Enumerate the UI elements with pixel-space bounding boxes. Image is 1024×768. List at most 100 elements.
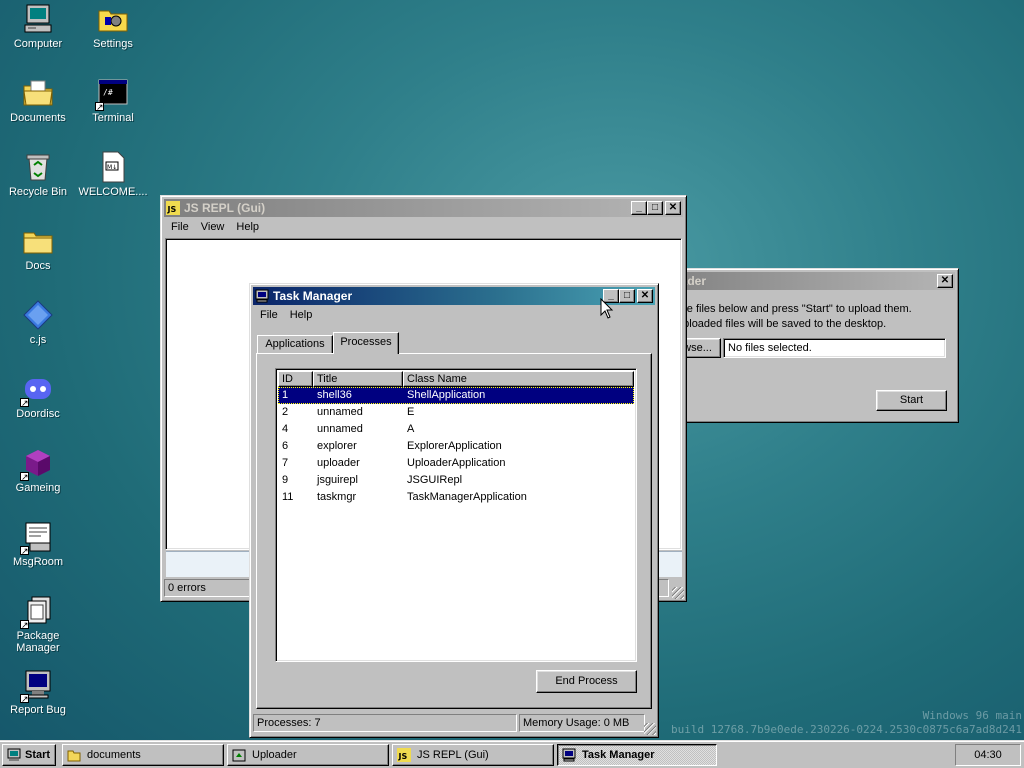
desktop-icon-package-manager[interactable]: Package Manager: [1, 595, 75, 654]
desktop-icon-label: Report Bug: [10, 704, 66, 716]
uploader-icon: [232, 748, 246, 762]
desktop-icon-doordisc[interactable]: Doordisc: [1, 373, 75, 420]
column-header-id[interactable]: ID: [278, 371, 313, 387]
desktop-icon-settings[interactable]: Settings: [76, 3, 150, 50]
repl-menubar: File View Help: [161, 217, 686, 237]
taskbar-item-js-repl[interactable]: JS JS REPL (Gui): [392, 744, 554, 766]
computer-icon: [22, 3, 54, 35]
table-row[interactable]: 9 jsguirepl JSGUIRepl: [278, 472, 634, 489]
start-logo-icon: [7, 748, 21, 762]
taskbar-clock[interactable]: 04:30: [955, 744, 1021, 766]
desktop-icon-terminal[interactable]: /# Terminal: [76, 77, 150, 124]
desktop-icon-msgroom[interactable]: MsgRoom: [1, 521, 75, 568]
menu-help[interactable]: Help: [284, 309, 319, 321]
taskbar-item-uploader[interactable]: Uploader: [227, 744, 389, 766]
package-icon: [20, 595, 54, 630]
taskmgr-titlebar[interactable]: Task Manager _ □ ✕: [253, 287, 655, 305]
desktop-icon-label: Docs: [25, 260, 51, 272]
desktop-icon-computer[interactable]: Computer: [1, 3, 75, 50]
cube-icon: [20, 447, 54, 482]
desktop-icon-label: Computer: [13, 38, 63, 50]
svg-text:JS: JS: [167, 205, 177, 214]
uploader-instructions-2: The uploaded files will be saved to the …: [655, 318, 887, 330]
process-list[interactable]: ID Title Class Name 1 shell36 ShellAppli…: [275, 368, 637, 662]
desktop-icon-label: Doordisc: [16, 408, 60, 420]
documents-folder-icon: [22, 77, 54, 109]
tab-processes[interactable]: Processes: [333, 332, 399, 354]
desktop-icon-label: Settings: [93, 38, 133, 50]
task-manager-icon: [255, 289, 269, 303]
javascript-icon: JS: [166, 201, 180, 215]
svg-text:M↓: M↓: [107, 164, 117, 171]
settings-folder-icon: [97, 3, 129, 35]
uploader-titlebar[interactable]: Uploader ✕: [652, 272, 955, 290]
menu-help[interactable]: Help: [230, 221, 265, 233]
desktop-icon-label: Recycle Bin: [8, 186, 68, 198]
menu-file[interactable]: File: [165, 221, 195, 233]
taskbar-item-documents[interactable]: documents: [62, 744, 224, 766]
start-button[interactable]: Start: [2, 744, 56, 766]
maximize-button[interactable]: □: [619, 289, 635, 303]
process-count-status: Processes: 7: [253, 714, 517, 732]
desktop-icon-welcome[interactable]: M↓ WELCOME....: [76, 151, 150, 198]
desktop-icon-label: WELCOME....: [78, 186, 148, 198]
message-room-icon: [20, 521, 54, 556]
close-button[interactable]: ✕: [637, 289, 653, 303]
maximize-button[interactable]: □: [647, 201, 663, 215]
monitor-icon: [20, 669, 54, 704]
folder-icon: [22, 225, 54, 257]
document-icon: M↓: [97, 151, 129, 183]
close-button[interactable]: ✕: [937, 274, 953, 288]
menu-file[interactable]: File: [254, 309, 284, 321]
recycle-bin-icon: [22, 151, 54, 183]
table-row[interactable]: 4 unnamed A: [278, 421, 634, 438]
desktop-icon-label: Gameing: [15, 482, 61, 494]
svg-text:JS: JS: [398, 752, 408, 761]
table-row[interactable]: 7 uploader UploaderApplication: [278, 455, 634, 472]
menu-view[interactable]: View: [195, 221, 231, 233]
diamond-script-icon: [22, 299, 54, 331]
desktop-icon-report-bug[interactable]: Report Bug: [1, 669, 75, 716]
process-list-header: ID Title Class Name: [278, 371, 634, 387]
desktop-icon-label: Package Manager: [16, 630, 60, 654]
table-row[interactable]: 2 unnamed E: [278, 404, 634, 421]
desktop-icon-label: Terminal: [92, 112, 134, 124]
window-title: Uploader: [654, 274, 937, 288]
terminal-icon: /#: [95, 77, 129, 112]
memory-usage-status: Memory Usage: 0 MB: [519, 714, 645, 732]
table-row[interactable]: 11 taskmgr TaskManagerApplication: [278, 489, 634, 506]
table-row[interactable]: 1 shell36 ShellApplication: [278, 387, 634, 404]
close-button[interactable]: ✕: [665, 201, 681, 215]
uploader-instructions-1: Choose files below and press "Start" to …: [655, 303, 912, 315]
svg-text:/#: /#: [103, 88, 113, 97]
build-watermark: Windows 96 main build 12768.7b9e0ede.230…: [671, 709, 1022, 736]
desktop-icon-cjs[interactable]: c.js: [1, 299, 75, 346]
start-upload-button[interactable]: Start: [876, 390, 947, 411]
repl-titlebar[interactable]: JS JS REPL (Gui) _ □ ✕: [164, 199, 683, 217]
desktop-icon-documents[interactable]: Documents: [1, 77, 75, 124]
column-header-title[interactable]: Title: [313, 371, 403, 387]
taskbar-item-task-manager[interactable]: Task Manager: [557, 744, 717, 766]
end-process-button[interactable]: End Process: [536, 670, 637, 693]
taskbar: Start documents Uploader JS JS REPL (Gui…: [0, 740, 1024, 768]
resize-grip[interactable]: [672, 587, 684, 599]
window-title: Task Manager: [273, 289, 353, 303]
desktop-icon-docs[interactable]: Docs: [1, 225, 75, 272]
uploader-window[interactable]: Uploader ✕ Choose files below and press …: [648, 268, 959, 423]
folder-icon: [67, 748, 81, 762]
desktop-icon-label: Documents: [10, 112, 66, 124]
minimize-button[interactable]: _: [631, 201, 647, 215]
task-manager-window[interactable]: Task Manager _ □ ✕ File Help Application…: [249, 283, 659, 738]
tab-applications[interactable]: Applications: [257, 335, 333, 353]
table-row[interactable]: 6 explorer ExplorerApplication: [278, 438, 634, 455]
chat-app-icon: [20, 373, 54, 408]
desktop-icon-recycle-bin[interactable]: Recycle Bin: [1, 151, 75, 198]
taskmgr-menubar: File Help: [250, 305, 658, 325]
resize-grip[interactable]: [644, 723, 656, 735]
javascript-icon: JS: [397, 748, 411, 762]
processes-panel: ID Title Class Name 1 shell36 ShellAppli…: [256, 353, 652, 709]
mouse-cursor: [600, 297, 614, 320]
column-header-class[interactable]: Class Name: [403, 371, 634, 387]
window-title: JS REPL (Gui): [184, 201, 266, 215]
desktop-icon-gameing[interactable]: Gameing: [1, 447, 75, 494]
